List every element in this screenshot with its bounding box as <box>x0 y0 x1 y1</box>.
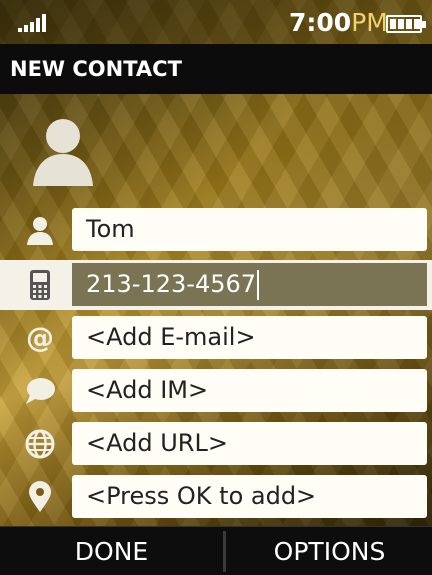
location-pin-icon <box>20 480 60 514</box>
location-field[interactable]: <Press OK to add> <box>72 475 427 518</box>
phone-value: 213-123-4567 <box>86 270 257 298</box>
globe-icon <box>20 427 60 461</box>
im-row[interactable]: <Add IM> <box>0 366 432 416</box>
status-bar: 7:00PM <box>0 0 432 44</box>
svg-text:@: @ <box>26 322 54 354</box>
clock: 7:00PM <box>289 8 388 37</box>
contact-avatar-icon <box>33 119 93 186</box>
battery-icon <box>386 15 426 33</box>
softkey-divider <box>223 531 226 572</box>
email-row[interactable]: @ <Add E-mail> <box>0 313 432 363</box>
phone-screen: 7:00PM NEW CONTACT Tom 213-123-4567 @ <A… <box>0 0 432 575</box>
contact-photo-placeholder[interactable] <box>31 116 95 186</box>
url-field[interactable]: <Add URL> <box>72 422 427 465</box>
title-bar: NEW CONTACT <box>0 44 432 94</box>
done-button[interactable]: DONE <box>0 527 223 575</box>
page-title: NEW CONTACT <box>10 57 182 81</box>
at-icon: @ <box>20 321 60 355</box>
person-icon <box>20 213 60 247</box>
phone-field[interactable]: 213-123-4567 <box>72 263 427 306</box>
softkey-bar: DONE OPTIONS <box>0 526 432 575</box>
phone-icon <box>20 268 60 302</box>
phone-row[interactable]: 213-123-4567 <box>0 260 432 310</box>
name-field[interactable]: Tom <box>72 208 427 251</box>
email-field[interactable]: <Add E-mail> <box>72 316 427 359</box>
url-row[interactable]: <Add URL> <box>0 419 432 469</box>
location-row[interactable]: <Press OK to add> <box>0 472 432 522</box>
signal-strength-icon <box>18 14 52 32</box>
chat-bubble-icon <box>20 374 60 408</box>
clock-time: 7:00 <box>289 8 352 37</box>
name-row[interactable]: Tom <box>0 205 432 255</box>
im-field[interactable]: <Add IM> <box>72 369 427 412</box>
text-cursor <box>257 270 260 300</box>
options-button[interactable]: OPTIONS <box>227 527 432 575</box>
clock-ampm: PM <box>351 8 388 37</box>
